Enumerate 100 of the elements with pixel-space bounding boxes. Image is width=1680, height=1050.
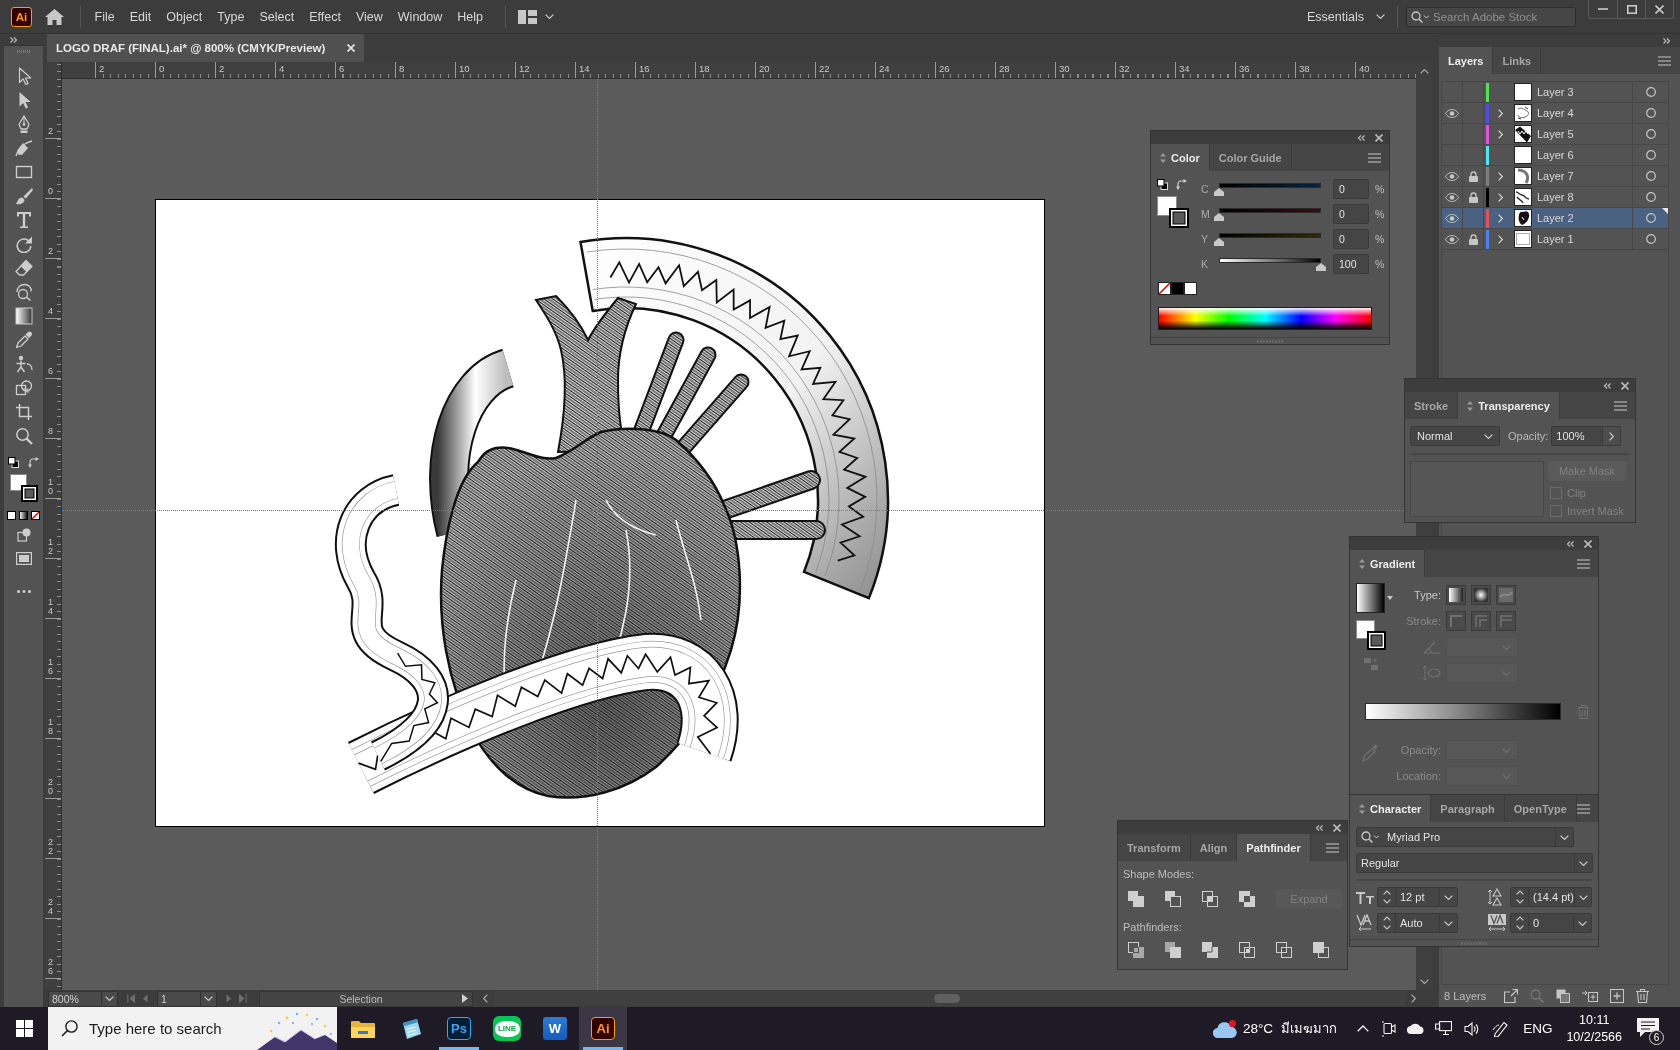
panel-tab[interactable]: OpenType <box>1504 795 1577 822</box>
target-circle-icon[interactable] <box>1645 213 1656 223</box>
clock[interactable]: 10:11 10/2/2566 <box>1566 1011 1622 1046</box>
collapse-icon[interactable] <box>1315 824 1323 831</box>
notification-icon[interactable] <box>1636 1016 1660 1039</box>
gradient-swatch-icon[interactable] <box>19 511 28 520</box>
panel-tab[interactable]: Color <box>1151 144 1210 171</box>
layer-row[interactable]: Layer 3 <box>1442 82 1668 103</box>
chevron-down-icon[interactable] <box>544 14 554 19</box>
expand-icon[interactable] <box>1663 37 1671 44</box>
zoom-field[interactable]: 800% <box>48 990 118 1007</box>
draw-mode-icon[interactable] <box>16 528 31 542</box>
panel-tab[interactable]: Paragraph <box>1431 795 1505 822</box>
panel-tab[interactable]: Pathfinder <box>1237 834 1311 861</box>
menu-item[interactable]: View <box>348 5 391 28</box>
close-icon[interactable] <box>1621 381 1629 390</box>
menu-item[interactable]: Select <box>251 5 302 28</box>
panel-menu-icon[interactable] <box>1577 803 1590 814</box>
panel-tab[interactable]: Character <box>1350 795 1432 822</box>
status-info-menu[interactable]: Selection <box>259 990 473 1007</box>
export-icon[interactable] <box>1504 989 1518 1003</box>
visibility-toggle[interactable] <box>1442 187 1463 207</box>
blend-mode-dropdown[interactable]: Normal <box>1410 426 1500 446</box>
windows-logo-icon[interactable] <box>15 1020 33 1037</box>
menu-item[interactable]: Help <box>449 5 491 28</box>
scroll-up-icon[interactable] <box>1420 69 1429 74</box>
artboard-icon[interactable] <box>14 403 33 421</box>
swap-colors-icon[interactable] <box>28 457 39 468</box>
taskbar-app-button[interactable]: W <box>531 1007 579 1050</box>
target-circle-icon[interactable] <box>1645 87 1656 97</box>
slider-thumb[interactable] <box>1214 188 1224 196</box>
overlapping-squares-icon[interactable] <box>1128 891 1144 907</box>
fill-stroke-icon[interactable] <box>1356 620 1386 650</box>
target-circle-icon[interactable] <box>1645 129 1656 139</box>
overlapping-squares-icon[interactable] <box>1313 942 1329 958</box>
menu-item[interactable]: File <box>87 5 123 28</box>
none-swatch-icon[interactable] <box>31 511 40 520</box>
workspace-switcher[interactable]: Essentials <box>1299 5 1393 28</box>
collapse-icon[interactable] <box>1603 382 1611 389</box>
overlapping-squares-icon[interactable] <box>1165 891 1181 907</box>
close-icon[interactable] <box>1333 823 1341 832</box>
layer-row[interactable]: Layer 4 <box>1442 103 1668 124</box>
dropdown-triangle-icon[interactable] <box>1387 596 1393 600</box>
screen-mode-icon[interactable] <box>15 552 32 565</box>
scroll-down-icon[interactable] <box>1420 979 1429 984</box>
document-tab[interactable]: LOGO DRAF (FINAL).ai* @ 800% (CMYK/Preview) <box>47 34 365 62</box>
overlapping-squares-icon[interactable] <box>1128 942 1144 958</box>
overlapping-squares-icon[interactable] <box>1239 891 1255 907</box>
target-circle-icon[interactable] <box>1645 150 1656 160</box>
stepper-arrows-icon[interactable] <box>1382 916 1391 930</box>
rectangle-icon[interactable] <box>14 163 33 181</box>
close-icon[interactable] <box>1375 133 1383 142</box>
resize-grip-icon[interactable] <box>1257 339 1283 343</box>
menu-item[interactable]: Window <box>390 5 450 28</box>
overlapping-squares-icon[interactable] <box>1239 942 1255 958</box>
slider-thumb[interactable] <box>1214 238 1224 246</box>
slider-thumb[interactable] <box>1214 213 1224 221</box>
eraser-icon[interactable] <box>14 259 33 277</box>
overlapping-squares-icon[interactable] <box>1165 942 1181 958</box>
gradient-bar[interactable] <box>1365 703 1561 720</box>
panel-menu-icon[interactable] <box>1614 400 1627 411</box>
default-colors-icon[interactable] <box>8 457 19 468</box>
layer-row[interactable]: Layer 6 <box>1442 145 1668 166</box>
font-family-field[interactable]: Myriad Pro <box>1356 827 1574 847</box>
overlapping-squares-icon[interactable] <box>1202 942 1218 958</box>
new-sublayer-icon[interactable] <box>1582 989 1598 1003</box>
taskbar-app-button[interactable]: Ai <box>579 1007 627 1050</box>
linear-gradient-icon[interactable] <box>1446 585 1466 605</box>
puppet-warp-icon[interactable] <box>14 355 33 373</box>
menu-item[interactable]: Effect <box>301 5 349 28</box>
scroll-thumb[interactable] <box>934 994 960 1003</box>
target-circle-icon[interactable] <box>1645 192 1656 202</box>
gradient-icon[interactable] <box>14 307 33 325</box>
default-colors-icon[interactable] <box>1157 179 1168 190</box>
visibility-toggle[interactable] <box>1442 229 1463 249</box>
panel-menu-icon[interactable] <box>1577 558 1590 569</box>
language-indicator[interactable]: ENG <box>1523 1021 1553 1036</box>
home-icon[interactable] <box>45 8 64 25</box>
target-circle-icon[interactable] <box>1645 234 1656 244</box>
opacity-field[interactable]: 100% <box>1551 426 1604 446</box>
menu-item[interactable]: Type <box>209 5 252 28</box>
pen-icon[interactable] <box>1492 1020 1510 1037</box>
font-style-field[interactable]: Regular <box>1356 853 1593 873</box>
stepper-arrows-icon[interactable] <box>1515 890 1524 904</box>
shape-builder-icon[interactable] <box>14 379 33 397</box>
layer-row[interactable]: Layer 2 <box>1442 208 1668 229</box>
expand-icon[interactable] <box>10 36 18 43</box>
overlapping-squares-icon[interactable] <box>1276 942 1292 958</box>
eyedropper-icon[interactable] <box>14 331 33 349</box>
speaker-icon[interactable] <box>1464 1021 1480 1036</box>
none-swatch-icon[interactable] <box>1158 282 1171 295</box>
panel-menu-icon[interactable] <box>1658 55 1671 66</box>
kerning-field[interactable]: Auto <box>1377 913 1458 933</box>
artboard-field[interactable]: 1 <box>157 990 217 1007</box>
freeform-gradient-icon[interactable] <box>1496 585 1516 605</box>
zoom-icon[interactable] <box>14 427 33 445</box>
font-size-field[interactable]: 12 pt <box>1377 887 1458 907</box>
value-field[interactable]: 100 <box>1333 254 1369 274</box>
visibility-toggle[interactable] <box>1442 208 1463 228</box>
radial-gradient-icon[interactable] <box>1471 585 1491 605</box>
